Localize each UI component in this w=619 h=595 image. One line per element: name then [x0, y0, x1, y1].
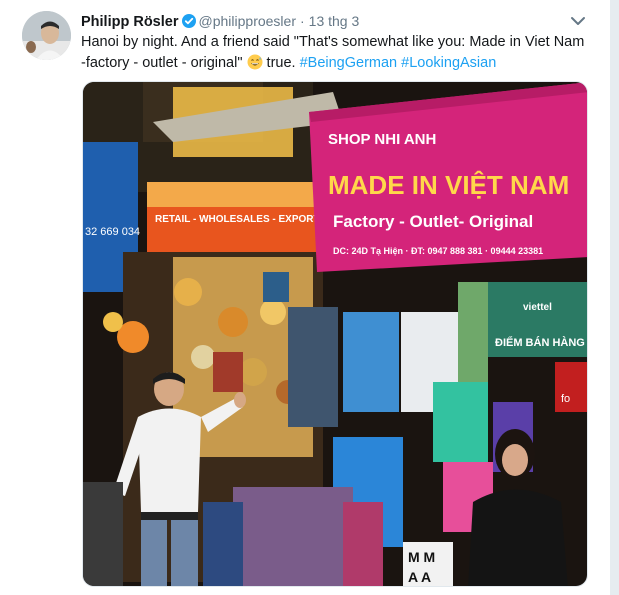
tweet-header: Philipp Rösler @philipproesler · 13 thg 3: [81, 11, 359, 31]
tweet-timestamp[interactable]: 13 thg 3: [309, 13, 360, 29]
author-name[interactable]: Philipp Rösler: [81, 14, 179, 30]
headline-text: MADE IN VIỆT NAM: [328, 170, 569, 200]
subline-text: Factory - Outlet- Original: [333, 212, 533, 231]
hashtag-looking-asian[interactable]: #LookingAsian: [401, 55, 496, 71]
author-handle[interactable]: @philipproesler: [199, 13, 296, 29]
tweet-photo[interactable]: 32 669 034 RETAIL - WHOLESALES - EXPORT …: [82, 81, 588, 587]
tweet-text-line-1: Hanoi by night. And a friend said "That'…: [81, 34, 585, 50]
verified-badge-icon: [181, 14, 196, 28]
viettel-sign-text: ĐIỂM BÁN HÀNG: [495, 336, 585, 349]
side-sign-text: fo: [561, 393, 570, 405]
address-text: DC: 24D Tạ Hiện · ĐT: 0947 888 381 · 094…: [333, 246, 543, 256]
left-phone-text: 32 669 034: [85, 226, 140, 238]
right-scroll-rail: [610, 0, 619, 595]
viettel-brand-text: viettel: [523, 302, 552, 313]
grinning-sweat-emoji-icon: [247, 54, 263, 70]
tweet-text: Hanoi by night. And a friend said "That'…: [81, 32, 585, 74]
shop-name-text: SHOP NHI ANH: [328, 131, 436, 148]
author-avatar[interactable]: [22, 11, 71, 60]
hashtag-being-german[interactable]: #BeingGerman: [300, 55, 398, 71]
tweet-card[interactable]: Philipp Rösler @philipproesler · 13 thg 3 H…: [0, 0, 611, 595]
tweet-text-line-2-prefix: -factory - outlet - original": [81, 55, 243, 71]
tweet-text-line-2: -factory - outlet - original" true. #Bei…: [81, 53, 581, 74]
chevron-down-icon[interactable]: [569, 12, 587, 30]
left-sign-text: RETAIL - WHOLESALES - EXPORT: [155, 214, 320, 225]
separator-dot: ·: [299, 13, 305, 29]
shop-night-photo: 32 669 034 RETAIL - WHOLESALES - EXPORT …: [83, 82, 587, 586]
stand-letters-top: M M: [408, 549, 435, 565]
tweet-text-line-2-suffix: true.: [266, 55, 296, 71]
avatar-photo: [22, 11, 71, 60]
stand-letters-bottom: A A: [408, 569, 431, 585]
